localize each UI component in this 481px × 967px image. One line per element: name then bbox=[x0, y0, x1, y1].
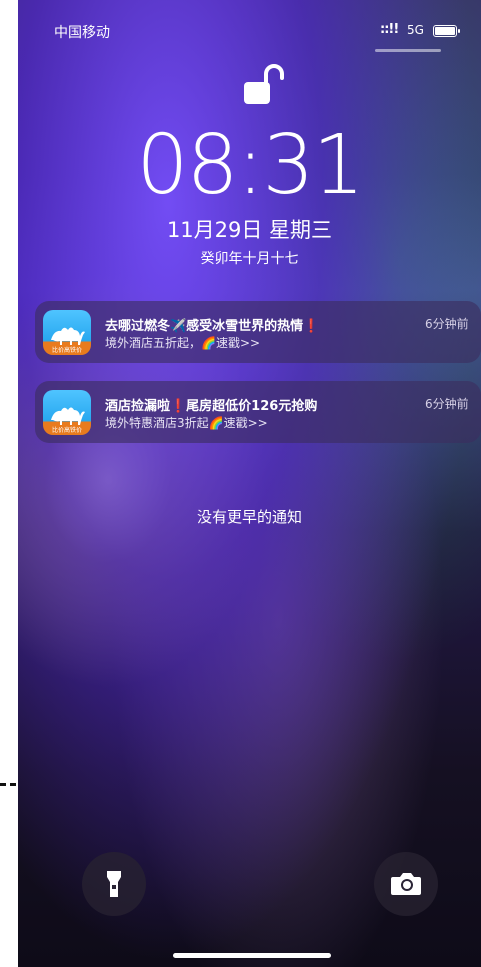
notification-time: 6分钟前 bbox=[425, 397, 469, 411]
clock-time: 08:31 bbox=[136, 118, 364, 213]
carrier-label: 中国移动 bbox=[54, 25, 110, 41]
home-indicator[interactable] bbox=[173, 953, 331, 958]
flashlight-icon bbox=[107, 871, 121, 897]
notification-card[interactable]: 比价高铁价 去哪过燃冬✈️感受冰雪世界的热情❗ 境外酒店五折起，🌈速戳>> 6分… bbox=[35, 301, 481, 363]
notification-title: 去哪过燃冬✈️感受冰雪世界的热情❗ bbox=[105, 319, 320, 334]
battery-tip bbox=[458, 29, 460, 33]
control-center-indicator[interactable] bbox=[375, 49, 441, 52]
notification-body: 境外酒店五折起，🌈速戳>> bbox=[105, 336, 261, 350]
notification-time: 6分钟前 bbox=[425, 317, 469, 331]
signal-icon: ::!! bbox=[380, 22, 399, 37]
unlocked-padlock-icon bbox=[244, 64, 284, 104]
camera-button[interactable] bbox=[374, 852, 438, 916]
lock-screen: 中国移动 ::!! 5G 08:31 11月29日 星期三 癸卯年十月十七 比价… bbox=[18, 0, 481, 967]
app-icon: 比价高铁价 bbox=[43, 310, 91, 355]
flashlight-button[interactable] bbox=[82, 852, 146, 916]
camel-icon: 比价高铁价 bbox=[51, 327, 85, 354]
notification-card[interactable]: 比价高铁价 酒店捡漏啦❗尾房超低价126元抢购 境外特惠酒店3折起🌈速戳>> 6… bbox=[35, 381, 481, 443]
lunar-date-label: 癸卯年十月十七 bbox=[200, 251, 299, 267]
network-type: 5G bbox=[407, 23, 424, 37]
camera-icon bbox=[391, 873, 421, 895]
app-icon-caption: 比价高铁价 bbox=[52, 426, 82, 434]
notification-body: 境外特惠酒店3折起🌈速戳>> bbox=[105, 416, 268, 430]
app-icon: 比价高铁价 bbox=[43, 390, 91, 435]
battery-icon bbox=[433, 25, 457, 37]
status-bar: 中国移动 ::!! 5G bbox=[18, 20, 481, 44]
camel-icon: 比价高铁价 bbox=[51, 407, 85, 434]
app-icon-caption: 比价高铁价 bbox=[52, 346, 82, 354]
date-label: 11月29日 星期三 bbox=[166, 218, 333, 242]
no-older-notifications-label: 没有更早的通知 bbox=[196, 508, 302, 526]
notification-title: 酒店捡漏啦❗尾房超低价126元抢购 bbox=[105, 399, 318, 414]
